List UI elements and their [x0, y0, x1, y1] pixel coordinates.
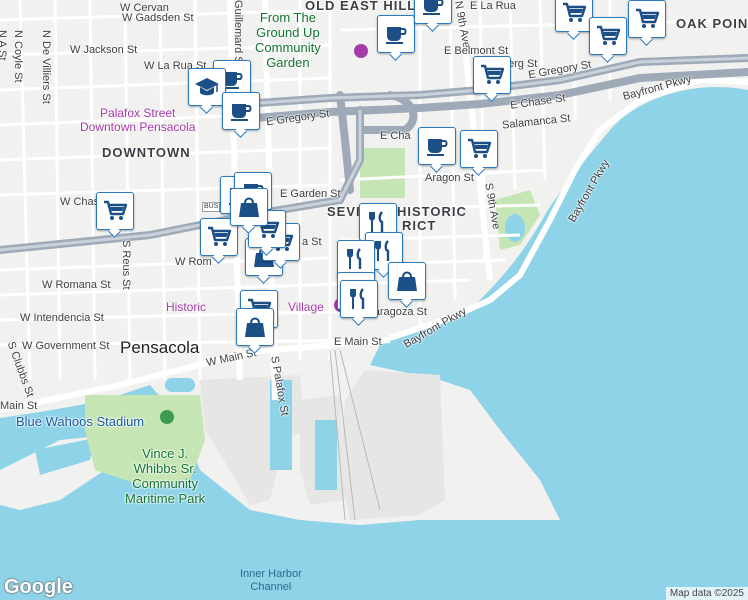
poi-palafox-line2: Downtown Pensacola — [80, 120, 196, 134]
poi-palafox-line1: Palafox Street — [100, 106, 176, 120]
street-label: Guillemard St — [232, 0, 244, 67]
area-label-downtown: DOWNTOWN — [102, 145, 191, 160]
poi-village-label[interactable]: Village — [288, 300, 324, 314]
street-label: W Romana St — [42, 279, 111, 291]
poi-garden-line3: Community — [255, 40, 321, 55]
street-label: W Government St — [22, 340, 110, 352]
area-label-oak-point: OAK POINT — [676, 16, 748, 31]
poi-maritime-line2: Whibbs Sr. — [133, 461, 197, 476]
street-label: S Reus St — [120, 240, 132, 290]
poi-garden-line1: From The — [259, 10, 316, 25]
street-label: a St — [302, 236, 322, 248]
street-label: E Garden St — [280, 188, 341, 200]
water-label-line1: Inner Harbor — [240, 568, 302, 580]
street-label: W Rom — [175, 256, 212, 268]
bus-route-shield: BUS — [202, 202, 221, 212]
grocery-marker[interactable] — [628, 0, 666, 38]
street-label: W Jackson St — [70, 44, 138, 56]
poi-garden-line2: Ground Up — [256, 25, 320, 40]
area-label-seville-1: SEVI — [327, 204, 361, 219]
street-label: E Main St — [334, 336, 382, 348]
poi-maritime-line4: Maritime Park — [125, 491, 206, 506]
street-label: E La Rua — [470, 0, 516, 12]
port-pier — [340, 370, 445, 520]
park-area — [360, 148, 405, 198]
shop-marker[interactable] — [236, 308, 274, 346]
stadium-icon[interactable] — [160, 410, 174, 424]
poi-palafox-label[interactable]: Palafox Street Downtown Pensacola — [80, 106, 195, 134]
cafe-marker[interactable] — [377, 15, 415, 53]
cafe-marker[interactable] — [414, 0, 452, 24]
street-label: W Gadsden St — [122, 12, 194, 24]
city-label-pensacola: Pensacola — [120, 338, 200, 357]
poi-maritime-line1: Vince J. — [142, 446, 189, 461]
google-logo: Google — [4, 576, 73, 598]
grocery-marker[interactable] — [473, 56, 511, 94]
cafe-marker[interactable] — [418, 127, 456, 165]
area-label-seville-2: RICT — [402, 218, 437, 233]
poi-blue-wahoos-label[interactable]: Blue Wahoos Stadium — [16, 414, 144, 429]
grocery-marker[interactable] — [460, 130, 498, 168]
water-label-inner-harbor: Inner Harbor Channel — [240, 568, 302, 594]
grocery-marker[interactable] — [96, 192, 134, 230]
grocery-marker[interactable] — [589, 17, 627, 55]
map-canvas[interactable]: W Cervan W Gadsden St N A St N Coyle St … — [0, 0, 748, 600]
street-label: E Cha — [380, 130, 411, 142]
shop-marker[interactable] — [230, 188, 268, 226]
street-label: N De Villiers St — [40, 30, 52, 104]
street-label: N Coyle St — [12, 30, 24, 83]
area-label-old-east-hill: OLD EAST HILL — [305, 0, 417, 13]
street-label: Main St — [0, 400, 38, 412]
area-label-seville-1b: HISTORIC — [397, 204, 467, 219]
poi-historic-label[interactable]: Historic — [166, 300, 206, 314]
poi-maritime-line3: Community — [132, 476, 198, 491]
shop-marker[interactable] — [388, 262, 426, 300]
poi-maritime-park-label[interactable]: Vince J. Whibbs Sr. Community Maritime P… — [125, 446, 205, 506]
street-label: W Intendencia St — [20, 312, 104, 324]
school-marker[interactable] — [188, 68, 226, 106]
poi-garden-label[interactable]: From The Ground Up Community Garden — [255, 10, 321, 70]
poi-garden-line4: Garden — [266, 55, 310, 70]
street-label: Aragon St — [425, 172, 474, 184]
cafe-marker[interactable] — [222, 92, 260, 130]
grocery-marker[interactable] — [555, 0, 593, 32]
street-label: erg St — [508, 58, 538, 70]
street-label: N A St — [0, 30, 8, 61]
map-attribution[interactable]: Map data ©2025 — [665, 587, 748, 600]
water-label-line2: Channel — [250, 581, 292, 593]
restaurant-marker[interactable] — [340, 280, 378, 318]
museum-icon[interactable] — [354, 44, 368, 58]
